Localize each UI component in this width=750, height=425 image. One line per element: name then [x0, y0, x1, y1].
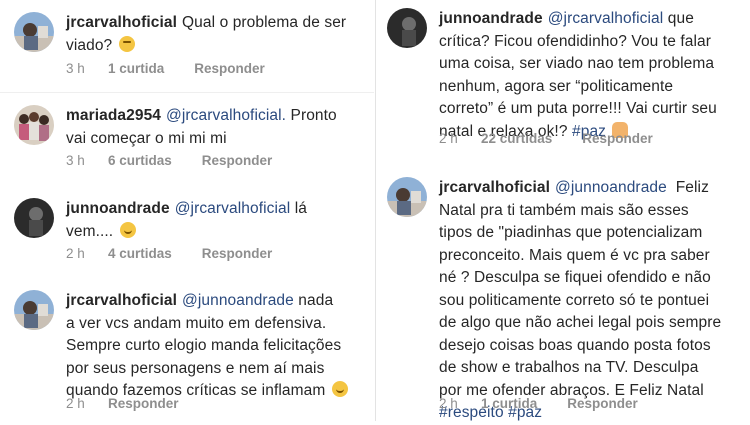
- timestamp: 2 h: [439, 396, 458, 411]
- comment-meta: 2 h 22 curtidas Responder: [439, 131, 653, 146]
- comment-text: jrcarvalhoficial Qual o problema de ser v…: [66, 14, 347, 54]
- separator: [0, 92, 374, 93]
- comment-meta: 3 h 6 curtidas Responder: [66, 153, 272, 168]
- reply-button[interactable]: Responder: [202, 153, 273, 168]
- mention-link[interactable]: @jrcarvalhoficial: [175, 200, 291, 217]
- username[interactable]: jrcarvalhoficial: [66, 292, 177, 309]
- mention-link[interactable]: @junnoandrade: [555, 179, 667, 196]
- avatar[interactable]: [387, 177, 427, 217]
- mention-link[interactable]: @jrcarvalhoficial.: [166, 107, 286, 124]
- comment-item: jrcarvalhoficial @junnoandrade nada a ver…: [14, 290, 369, 415]
- comment-meta: 2 h Responder: [66, 396, 179, 411]
- mention-link[interactable]: @jrcarvalhoficial: [548, 10, 664, 27]
- username[interactable]: jrcarvalhoficial: [439, 179, 550, 196]
- comment-item: junnoandrade @jrcarvalhoficial lá vem....…: [14, 198, 369, 268]
- avatar[interactable]: [14, 105, 54, 145]
- likes-count[interactable]: 6 curtidas: [108, 153, 172, 168]
- username[interactable]: junnoandrade: [66, 200, 170, 217]
- smiling-face-icon: [331, 381, 348, 397]
- avatar[interactable]: [14, 12, 54, 52]
- username[interactable]: junnoandrade: [439, 10, 543, 27]
- avatar[interactable]: [387, 8, 427, 48]
- timestamp: 2 h: [66, 396, 85, 411]
- comment-text: jrcarvalhoficial @junnoandrade Feliz Nata…: [439, 179, 722, 421]
- likes-count[interactable]: 4 curtidas: [108, 246, 172, 261]
- likes-count[interactable]: 1 curtida: [481, 396, 537, 411]
- comment-item: mariada2954 @jrcarvalhoficial. Pronto vai…: [14, 105, 369, 175]
- comment-text: junnoandrade @jrcarvalhoficial que crític…: [439, 10, 717, 140]
- likes-count[interactable]: 1 curtida: [108, 61, 164, 76]
- comment-text: junnoandrade @jrcarvalhoficial lá vem....: [66, 200, 308, 240]
- comment-text: jrcarvalhoficial @junnoandrade nada a ver…: [66, 290, 376, 403]
- comment-meta: 2 h 1 curtida Responder: [439, 396, 638, 411]
- smiling-face-icon: [119, 221, 136, 238]
- reply-button[interactable]: Responder: [582, 131, 653, 146]
- comment-meta: 2 h 4 curtidas Responder: [66, 246, 272, 261]
- timestamp: 3 h: [66, 153, 85, 168]
- comment-item: junnoandrade @jrcarvalhoficial que crític…: [387, 8, 742, 148]
- reply-button[interactable]: Responder: [202, 246, 273, 261]
- comment-text: mariada2954 @jrcarvalhoficial. Pronto vai…: [66, 107, 337, 147]
- reply-button[interactable]: Responder: [108, 396, 179, 411]
- reply-button[interactable]: Responder: [194, 61, 265, 76]
- comment-meta: 3 h 1 curtida Responder: [66, 61, 265, 76]
- timestamp: 3 h: [66, 61, 85, 76]
- comment-item: jrcarvalhoficial @junnoandrade Feliz Nata…: [387, 177, 742, 421]
- timestamp: 2 h: [439, 131, 458, 146]
- mention-link[interactable]: @junnoandrade: [182, 292, 294, 309]
- reply-button[interactable]: Responder: [567, 396, 638, 411]
- username[interactable]: mariada2954: [66, 107, 161, 124]
- thinking-face-icon: [118, 35, 135, 52]
- timestamp: 2 h: [66, 246, 85, 261]
- username[interactable]: jrcarvalhoficial: [66, 14, 177, 31]
- avatar[interactable]: [14, 290, 54, 330]
- comment-item: jrcarvalhoficial Qual o problema de ser v…: [14, 12, 369, 82]
- avatar[interactable]: [14, 198, 54, 238]
- likes-count[interactable]: 22 curtidas: [481, 131, 552, 146]
